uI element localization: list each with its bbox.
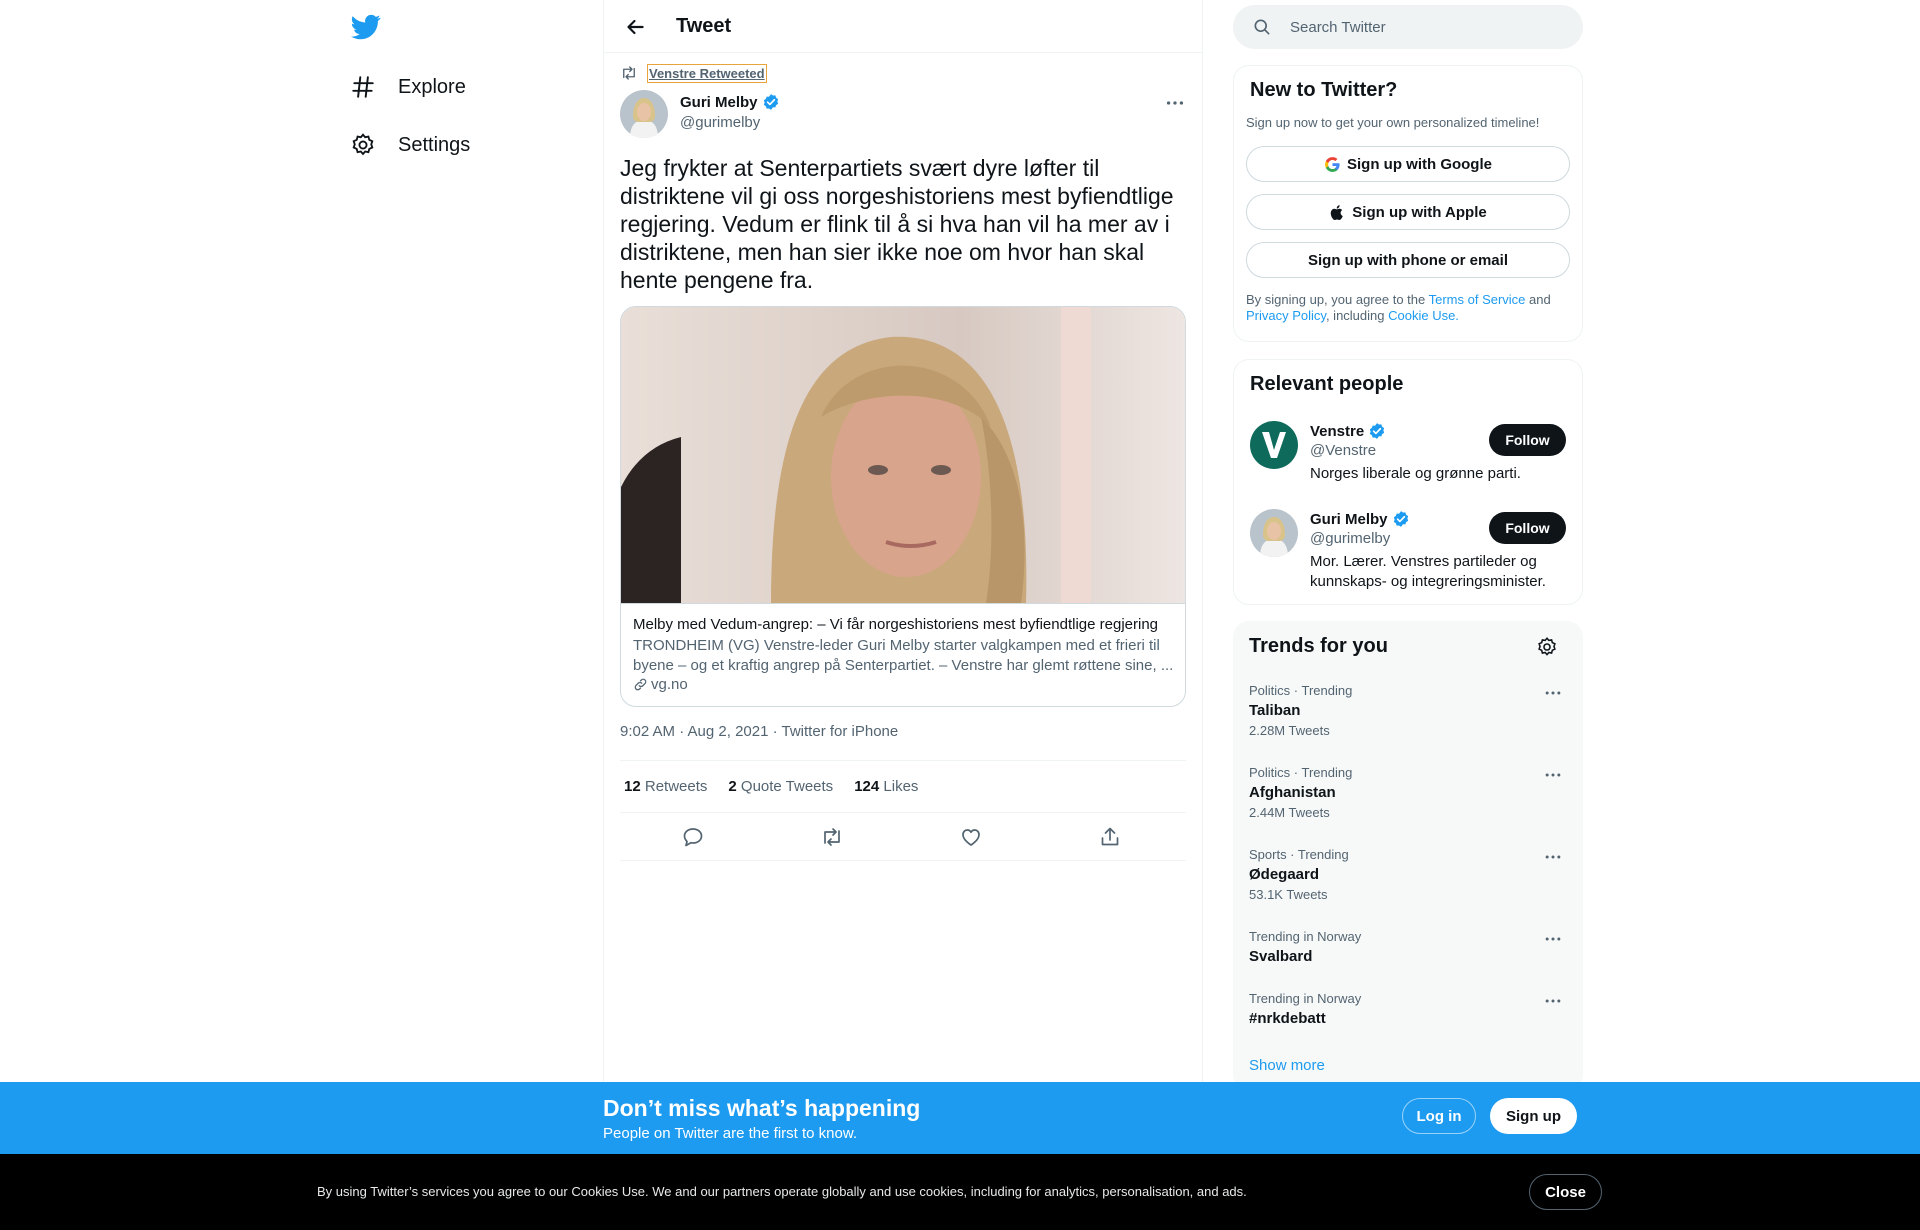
card-image [621, 307, 1185, 604]
nav-label: Settings [398, 133, 471, 156]
panel-title: Trends for you [1249, 635, 1388, 657]
show-more-link[interactable]: Show more [1249, 1057, 1325, 1074]
sign-up-apple-button[interactable]: Sign up with Apple [1246, 194, 1570, 230]
author-handle[interactable]: @gurimelby [680, 114, 760, 131]
twitter-logo-icon[interactable] [351, 12, 381, 42]
person-name[interactable]: Venstre [1310, 422, 1386, 440]
search-box[interactable] [1233, 5, 1583, 49]
more-options-icon[interactable] [1164, 92, 1186, 114]
likes-stat[interactable]: 124 Likes [854, 778, 918, 795]
trends-panel: Trends for you Politics · Trending Talib… [1233, 621, 1583, 1091]
author-name-text: Guri Melby [680, 93, 758, 111]
cookie-notice-text: By using Twitter’s services you agree to… [317, 1184, 1247, 1199]
author-name[interactable]: Guri Melby [680, 93, 780, 111]
apple-icon [1331, 204, 1344, 220]
person-handle[interactable]: @gurimelby [1310, 530, 1390, 547]
trend-more-icon[interactable] [1543, 847, 1563, 867]
trend-item[interactable]: Trending in Norway #nrkdebatt [1249, 991, 1567, 1027]
hashtag-icon [350, 74, 376, 100]
banner-subtitle: People on Twitter are the first to know. [603, 1125, 858, 1142]
cookie-use-link[interactable]: Cookie Use. [1388, 308, 1459, 323]
share-icon[interactable] [1098, 825, 1122, 849]
search-icon [1252, 17, 1272, 37]
terms-link[interactable]: Terms of Service [1429, 292, 1526, 307]
tweet-source[interactable]: Twitter for iPhone [782, 723, 899, 740]
gear-icon [350, 132, 376, 158]
retweet-action-icon[interactable] [820, 825, 844, 849]
retweets-stat[interactable]: 12 Retweets [624, 778, 707, 795]
gurimelby-avatar[interactable] [1250, 509, 1298, 557]
link-card[interactable]: Melby med Vedum-angrep: – Vi får norgesh… [620, 306, 1186, 707]
card-description: TRONDHEIM (VG) Venstre-leder Guri Melby … [633, 637, 1174, 674]
back-arrow-icon[interactable] [622, 14, 648, 40]
trend-more-icon[interactable] [1543, 929, 1563, 949]
signup-legal-text: By signing up, you agree to the Terms of… [1246, 292, 1551, 323]
tweet-timestamp[interactable]: 9:02 AM · Aug 2, 2021 [620, 723, 768, 740]
person-name[interactable]: Guri Melby [1310, 510, 1410, 528]
retweet-context: Venstre Retweeted [620, 63, 767, 83]
signup-banner: Don’t miss what’s happening People on Tw… [0, 1082, 1920, 1154]
nav-explore[interactable]: Explore [350, 64, 466, 110]
card-domain-text: vg.no [651, 676, 688, 693]
trend-more-icon[interactable] [1543, 991, 1563, 1011]
nav-settings[interactable]: Settings [350, 122, 470, 168]
link-icon [633, 677, 648, 692]
trend-item[interactable]: Trending in Norway Svalbard [1249, 929, 1567, 965]
log-in-button[interactable]: Log in [1402, 1098, 1476, 1134]
retweet-icon [620, 64, 638, 82]
page-title: Tweet [676, 15, 732, 37]
author-avatar[interactable] [620, 90, 668, 138]
trend-more-icon[interactable] [1543, 765, 1563, 785]
quote-tweets-stat[interactable]: 2 Quote Tweets [728, 778, 833, 795]
panel-subtitle: Sign up now to get your own personalized… [1246, 115, 1540, 130]
tweet-text: Jeg frykter at Senterpartiets svært dyre… [620, 155, 1174, 293]
trend-item[interactable]: Politics · Trending Taliban 2.28M Tweets [1249, 683, 1567, 738]
trend-more-icon[interactable] [1543, 683, 1563, 703]
google-icon [1325, 156, 1340, 172]
venstre-avatar[interactable] [1250, 421, 1298, 469]
card-domain: vg.no [633, 676, 688, 693]
verified-badge-icon [1392, 510, 1410, 528]
person-bio: Norges liberale og grønne parti. [1310, 465, 1521, 482]
like-heart-icon[interactable] [959, 825, 983, 849]
banner-title: Don’t miss what’s happening [603, 1095, 921, 1121]
sign-up-phone-email-button[interactable]: Sign up with phone or email [1246, 242, 1570, 278]
tweet-meta: 9:02 AM · Aug 2, 2021 · Twitter for iPho… [620, 723, 899, 740]
tweet-stats: 12 Retweets 2 Quote Tweets 124 Likes [620, 760, 1186, 813]
verified-badge-icon [1368, 422, 1386, 440]
privacy-link[interactable]: Privacy Policy [1246, 308, 1326, 323]
panel-title: New to Twitter? [1250, 79, 1398, 101]
follow-button[interactable]: Follow [1489, 424, 1566, 456]
main-column: Tweet Venstre Retweeted Guri Melby @guri… [603, 0, 1203, 1230]
person-bio: Mor. Lærer. Venstres partileder og kunns… [1310, 553, 1546, 590]
sign-up-button[interactable]: Sign up [1490, 1098, 1577, 1134]
trend-item[interactable]: Sports · Trending Ødegaard 53.1K Tweets [1249, 847, 1567, 902]
relevant-people-panel: Relevant people Venstre @Venstre Norges … [1233, 359, 1583, 605]
tweet-actions [620, 813, 1186, 861]
trend-item[interactable]: Politics · Trending Afghanistan 2.44M Tw… [1249, 765, 1567, 820]
header-bar: Tweet [604, 0, 1202, 53]
follow-button[interactable]: Follow [1489, 512, 1566, 544]
trends-settings-gear-icon[interactable] [1536, 636, 1558, 658]
card-title: Melby med Vedum-angrep: – Vi får norgesh… [633, 616, 1158, 633]
reply-icon[interactable] [681, 825, 705, 849]
close-cookie-button[interactable]: Close [1529, 1174, 1602, 1210]
cookie-bar: By using Twitter’s services you agree to… [0, 1154, 1920, 1230]
new-to-twitter-panel: New to Twitter? Sign up now to get your … [1233, 65, 1583, 342]
retweeted-by-link[interactable]: Venstre Retweeted [647, 63, 767, 83]
sign-up-google-button[interactable]: Sign up with Google [1246, 146, 1570, 182]
panel-title: Relevant people [1250, 373, 1404, 395]
nav-label: Explore [398, 75, 466, 98]
person-handle[interactable]: @Venstre [1310, 442, 1376, 459]
search-input[interactable] [1290, 18, 1550, 36]
verified-badge-icon [762, 93, 780, 111]
